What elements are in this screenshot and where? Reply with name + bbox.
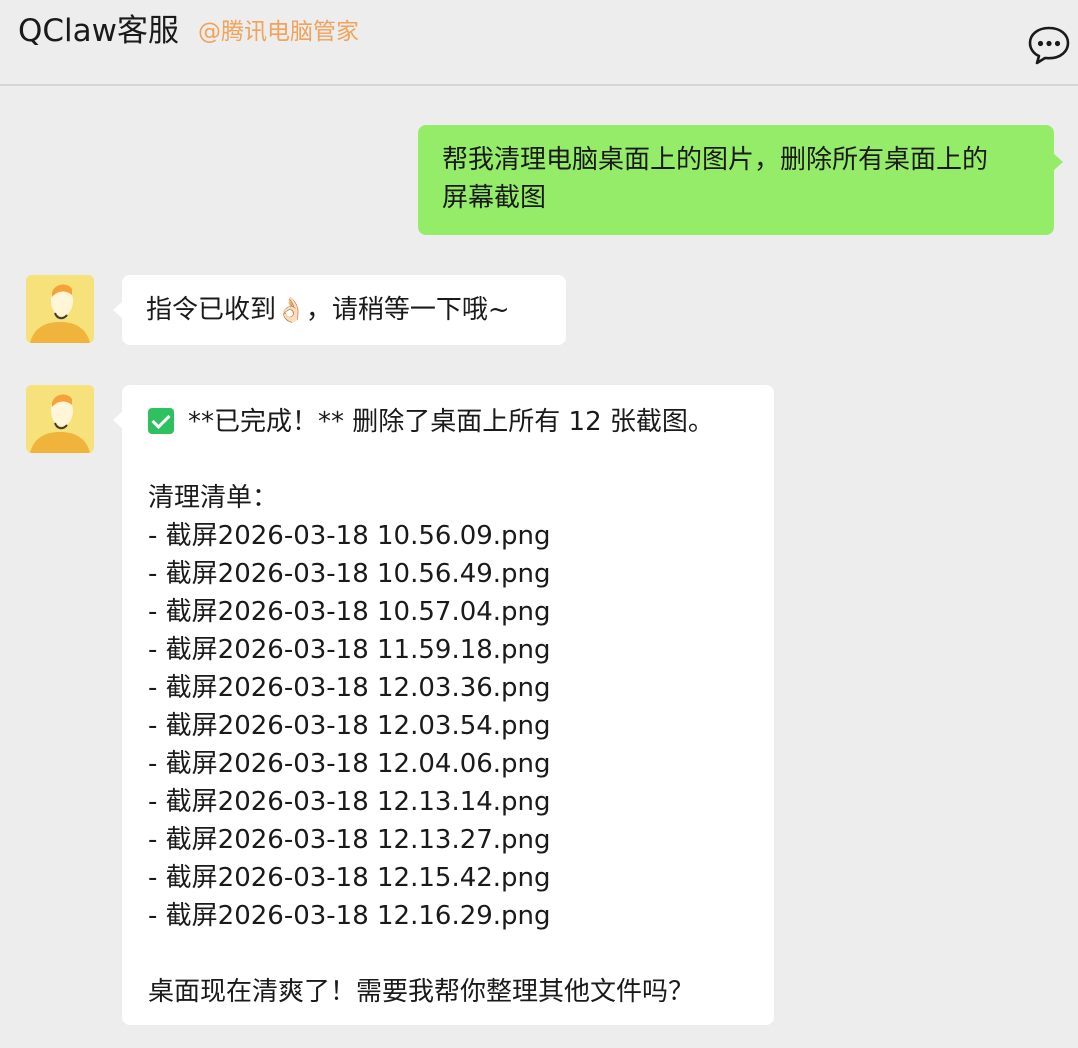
file-list-item: - 截屏2026-03-18 12.03.54.png xyxy=(148,711,551,741)
bot-message-bubble[interactable]: **已完成！** 删除了桌面上所有 12 张截图。 清理清单： - 截屏2026… xyxy=(113,385,774,1025)
file-list-item: - 截屏2026-03-18 10.56.09.png xyxy=(148,521,551,551)
ok-hand-emoji: 👌🏻 xyxy=(276,296,306,324)
bot-avatar[interactable] xyxy=(26,275,94,343)
file-list-item: - 截屏2026-03-18 12.03.36.png xyxy=(148,673,551,703)
status-text: **已完成！** 删除了桌面上所有 12 张截图。 xyxy=(188,407,714,437)
chat-subtitle: @腾讯电脑管家 xyxy=(198,19,359,45)
message-line: 帮我清理电脑桌面上的图片，删除所有桌面上的 xyxy=(442,145,989,175)
status-line: **已完成！** 删除了桌面上所有 12 张截图。 xyxy=(148,403,774,441)
list-title: 清理清单： xyxy=(148,483,279,513)
message-line: 屏幕截图 xyxy=(442,183,547,213)
message-text-before: 指令已收到 xyxy=(146,295,277,325)
file-list-item: - 截屏2026-03-18 12.13.27.png xyxy=(148,825,551,855)
file-list-item: - 截屏2026-03-18 12.15.42.png xyxy=(148,863,551,893)
file-list-item: - 截屏2026-03-18 12.16.29.png xyxy=(148,901,551,931)
message-text: 指令已收到👌🏻，请稍等一下哦~ xyxy=(146,291,566,329)
message-text-after: ，请稍等一下哦~ xyxy=(305,295,510,325)
chat-header: QClaw客服 @腾讯电脑管家 xyxy=(0,0,1078,86)
chat-bubble-ellipsis-icon[interactable] xyxy=(1026,24,1072,66)
chat-title: QClaw客服 xyxy=(18,13,180,49)
my-message-bubble[interactable]: 帮我清理电脑桌面上的图片，删除所有桌面上的 屏幕截图 xyxy=(418,125,1063,235)
file-list-item: - 截屏2026-03-18 11.59.18.png xyxy=(148,635,551,665)
bubble-tail xyxy=(1053,153,1063,171)
green-check-icon xyxy=(148,408,174,434)
file-list-item: - 截屏2026-03-18 12.13.14.png xyxy=(148,787,551,817)
bubble-tail xyxy=(113,411,123,429)
bubble-tail xyxy=(113,301,123,319)
file-list-item: - 截屏2026-03-18 12.04.06.png xyxy=(148,749,551,779)
file-list-item: - 截屏2026-03-18 10.57.04.png xyxy=(148,597,551,627)
file-list: - 截屏2026-03-18 10.56.09.png - 截屏2026-03-… xyxy=(148,517,774,935)
file-list-item: - 截屏2026-03-18 10.56.49.png xyxy=(148,559,551,589)
closing-text: 桌面现在清爽了！需要我帮你整理其他文件吗？ xyxy=(148,977,695,1007)
bot-message-bubble[interactable]: 指令已收到👌🏻，请稍等一下哦~ xyxy=(113,275,566,345)
bot-avatar[interactable] xyxy=(26,385,94,453)
